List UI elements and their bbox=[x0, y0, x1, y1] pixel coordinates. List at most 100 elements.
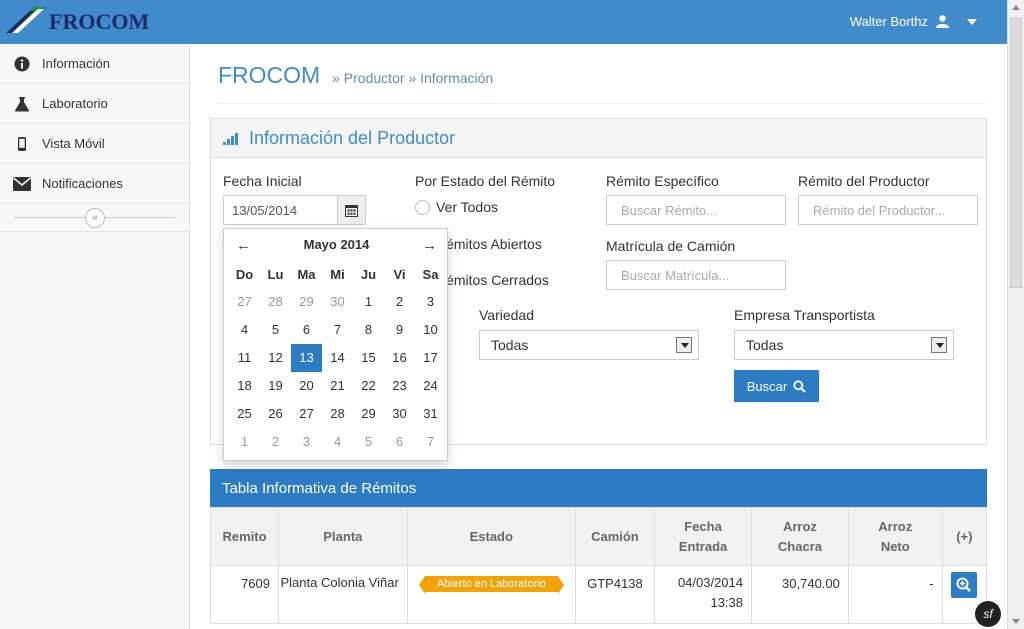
dropdown-arrow-icon[interactable] bbox=[676, 337, 692, 353]
datepicker-day[interactable]: 30 bbox=[322, 288, 353, 316]
buscar-button[interactable]: Buscar bbox=[734, 370, 819, 402]
day-of-week-label: Mi bbox=[330, 267, 345, 282]
remito-productor-label: Rémito del Productor bbox=[798, 173, 930, 189]
empresa-select[interactable]: Todas bbox=[734, 330, 954, 360]
remito-especifico-input[interactable]: Buscar Rémito... bbox=[606, 195, 786, 225]
empresa-value: Todas bbox=[746, 337, 784, 353]
sidebar-item-vista-movil[interactable]: Vista Móvil bbox=[0, 124, 189, 164]
datepicker-day[interactable]: 31 bbox=[415, 400, 446, 428]
breadcrumb-item-informacion: Información bbox=[420, 70, 494, 86]
datepicker-day[interactable]: 27 bbox=[229, 288, 260, 316]
scroll-down-icon[interactable] bbox=[1012, 619, 1020, 624]
info-icon bbox=[13, 55, 31, 73]
datepicker-day[interactable]: 22 bbox=[353, 372, 384, 400]
datepicker-day[interactable]: 4 bbox=[322, 428, 353, 456]
datepicker-day[interactable]: 5 bbox=[353, 428, 384, 456]
column-header-fecha-entrada[interactable]: Fecha Entrada bbox=[654, 507, 753, 566]
estado-label: Por Estado del Rémito bbox=[415, 173, 556, 189]
datepicker-day[interactable]: 29 bbox=[291, 288, 322, 316]
radio-ver-todos[interactable]: Ver Todos bbox=[415, 199, 498, 215]
datepicker-popup: Mayo 2014 ← → Do Lu Ma Mi Ju Vi Sa 27 28 29 30 1 2 3… bbox=[223, 228, 448, 461]
datepicker-day[interactable]: 30 bbox=[384, 400, 415, 428]
scroll-up-icon[interactable] bbox=[1012, 5, 1020, 10]
remito-productor-input[interactable]: Rémito del Productor... bbox=[798, 195, 978, 225]
datepicker-day[interactable]: 8 bbox=[353, 316, 384, 344]
datepicker-day[interactable]: 7 bbox=[322, 316, 353, 344]
variedad-label: Variedad bbox=[479, 307, 535, 323]
day-of-week-label: Ma bbox=[297, 267, 316, 282]
datepicker-day[interactable]: 5 bbox=[260, 316, 291, 344]
radio-label: Rémitos Cerrados bbox=[436, 272, 549, 288]
datepicker-day[interactable]: 26 bbox=[260, 400, 291, 428]
matricula-label: Matrícula de Camión bbox=[606, 238, 736, 254]
column-header-arroz-neto[interactable]: Arroz Neto bbox=[847, 507, 943, 566]
datepicker-day[interactable]: 3 bbox=[415, 288, 446, 316]
datepicker-day[interactable]: 17 bbox=[415, 344, 446, 372]
datepicker-day[interactable]: 20 bbox=[291, 372, 322, 400]
sidebar-item-laboratorio[interactable]: Laboratorio bbox=[0, 84, 189, 124]
datepicker-month[interactable]: Mayo 2014 bbox=[224, 237, 449, 252]
column-header-estado[interactable]: Estado bbox=[406, 507, 576, 566]
datepicker-day[interactable]: 29 bbox=[353, 400, 384, 428]
arrow-right-icon[interactable]: → bbox=[422, 237, 437, 254]
datepicker-day[interactable]: 14 bbox=[322, 344, 353, 372]
sidebar-collapse: « bbox=[0, 204, 189, 232]
dropdown-arrow-icon[interactable] bbox=[931, 337, 947, 353]
datepicker-day[interactable]: 6 bbox=[291, 316, 322, 344]
datepicker-day[interactable]: 2 bbox=[260, 428, 291, 456]
variedad-select[interactable]: Todas bbox=[479, 330, 699, 360]
datepicker-day[interactable]: 1 bbox=[353, 288, 384, 316]
column-header-arroz-chacra[interactable]: Arroz Chacra bbox=[751, 507, 849, 566]
caret-down-icon bbox=[967, 18, 977, 25]
datepicker-day[interactable]: 9 bbox=[384, 316, 415, 344]
radio-label: Rémitos Abiertos bbox=[436, 236, 542, 252]
datepicker-day[interactable]: 25 bbox=[229, 400, 260, 428]
datepicker-day-selected[interactable]: 13 bbox=[291, 344, 322, 372]
datepicker-day[interactable]: 12 bbox=[260, 344, 291, 372]
datepicker-day[interactable]: 21 bbox=[322, 372, 353, 400]
double-chevron-left-icon[interactable]: « bbox=[85, 208, 105, 228]
page-scrollbar[interactable] bbox=[1007, 0, 1024, 629]
datepicker-day[interactable]: 10 bbox=[415, 316, 446, 344]
zoom-in-icon[interactable] bbox=[951, 572, 978, 598]
datepicker-day[interactable]: 6 bbox=[384, 428, 415, 456]
column-header-planta[interactable]: Planta bbox=[278, 507, 408, 566]
datepicker-day[interactable]: 11 bbox=[229, 344, 260, 372]
datepicker-day[interactable]: 15 bbox=[353, 344, 384, 372]
matricula-input[interactable]: Buscar Matrícula... bbox=[606, 260, 786, 290]
datepicker-day[interactable]: 23 bbox=[384, 372, 415, 400]
datepicker-day[interactable]: 19 bbox=[260, 372, 291, 400]
column-header-camion[interactable]: Camión bbox=[574, 507, 656, 566]
datepicker-day[interactable]: 4 bbox=[229, 316, 260, 344]
datepicker-day[interactable]: 28 bbox=[322, 400, 353, 428]
calendar-icon[interactable] bbox=[337, 196, 365, 224]
symfony-toolbar-icon[interactable]: sf bbox=[975, 601, 1001, 627]
datepicker-day[interactable]: 7 bbox=[415, 428, 446, 456]
breadcrumb: » Productor » Información bbox=[332, 70, 494, 86]
user-menu[interactable]: Walter Borthz bbox=[850, 14, 977, 29]
datepicker-day[interactable]: 28 bbox=[260, 288, 291, 316]
cell-estado: Abierto en Laboratorio bbox=[406, 565, 576, 624]
radio-circle[interactable] bbox=[415, 199, 430, 215]
remitos-table: Remito Planta Estado Camión Fecha Entrad… bbox=[210, 507, 988, 624]
page-title: FROCOM bbox=[218, 62, 321, 88]
datepicker-day[interactable]: 3 bbox=[291, 428, 322, 456]
user-name: Walter Borthz bbox=[849, 14, 928, 29]
scrollbar-thumb[interactable] bbox=[1010, 18, 1022, 288]
breadcrumb-item-productor[interactable]: Productor bbox=[344, 70, 405, 86]
datepicker-grid: Do Lu Ma Mi Ju Vi Sa 27 28 29 30 1 2 3 4 5 6 7 8 9 10 11 12 13… bbox=[229, 262, 446, 456]
sidebar-item-label: Notificaciones bbox=[42, 176, 123, 191]
datepicker-day[interactable]: 18 bbox=[229, 372, 260, 400]
datepicker-day[interactable]: 27 bbox=[291, 400, 322, 428]
fecha-inicial-input[interactable]: 13/05/2014 bbox=[223, 195, 366, 225]
sidebar-item-notificaciones[interactable]: Notificaciones bbox=[0, 164, 189, 204]
sidebar-item-informacion[interactable]: Información bbox=[0, 44, 189, 84]
datepicker-day[interactable]: 24 bbox=[415, 372, 446, 400]
datepicker-day[interactable]: 1 bbox=[229, 428, 260, 456]
frocom-logo[interactable]: FROCOM bbox=[4, 5, 154, 37]
arrow-left-icon[interactable]: ← bbox=[236, 237, 251, 254]
datepicker-day[interactable]: 16 bbox=[384, 344, 415, 372]
column-header-remito[interactable]: Remito bbox=[210, 507, 279, 566]
datepicker-day[interactable]: 2 bbox=[384, 288, 415, 316]
datepicker-week-row: 1234567 bbox=[229, 428, 446, 456]
